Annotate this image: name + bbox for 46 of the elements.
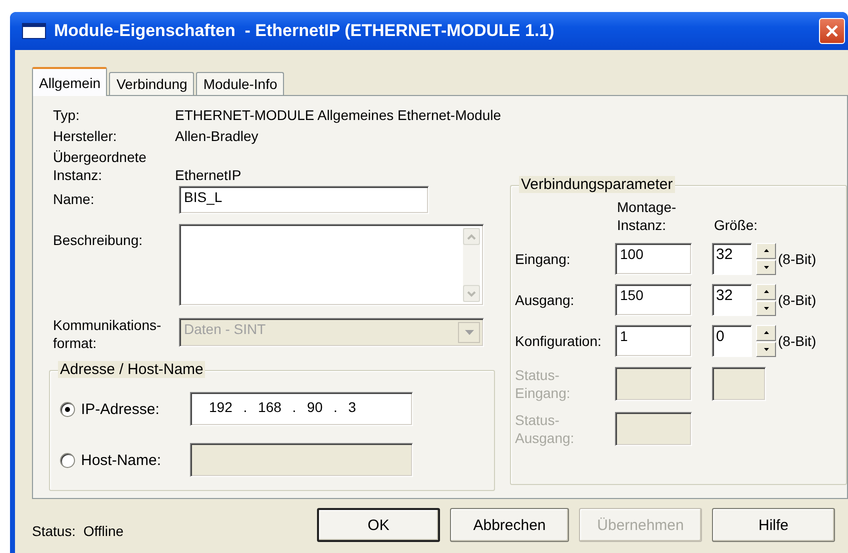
- window-title: Module-Eigenschaften - EthernetIP (ETHERNET-MODULE 1.1): [54, 21, 556, 41]
- size-field[interactable]: 0: [712, 325, 752, 357]
- close-button[interactable]: [819, 18, 845, 44]
- dialog-button[interactable]: Hilfe: [712, 508, 835, 542]
- field-label: Typ:: [53, 106, 80, 124]
- column-header: Montage-Instanz:: [616, 198, 678, 234]
- field-label: Name:: [53, 190, 96, 207]
- dialog-button[interactable]: Abbrechen: [450, 508, 569, 542]
- unit-label: (8-Bit): [778, 291, 818, 309]
- field-label: Beschreibung:: [53, 231, 144, 248]
- spin-arrows-icon[interactable]: [756, 325, 776, 357]
- status-text: Status: Offline: [32, 522, 125, 539]
- tab[interactable]: Module-Info: [196, 72, 284, 95]
- group-title: Adresse / Host-Name: [58, 361, 206, 378]
- radio-option[interactable]: IP-Adresse:: [60, 400, 190, 418]
- name-field[interactable]: BIS_L: [179, 186, 429, 214]
- field-label: Status-Ausgang:: [515, 411, 576, 447]
- field-label: Status-Eingang:: [515, 366, 572, 402]
- dialog-button[interactable]: OK: [317, 508, 440, 542]
- spin-arrows-icon[interactable]: [756, 284, 776, 316]
- instance-field[interactable]: 100: [615, 243, 692, 275]
- size-field[interactable]: 32: [712, 243, 752, 275]
- field-label: Übergeordnete Instanz:: [53, 148, 148, 184]
- instance-field[interactable]: 150: [615, 284, 692, 316]
- field-label: Eingang:: [515, 250, 572, 268]
- unit-label: (8-Bit): [778, 332, 818, 350]
- column-header: Größe:: [713, 216, 759, 234]
- group-title: Verbindungsparameter: [519, 176, 675, 193]
- field-value: ETHERNET-MODULE Allgemeines Ethernet-Module: [175, 106, 502, 124]
- field-label: Hersteller:: [53, 127, 118, 145]
- field-label: Ausgang:: [515, 291, 576, 309]
- field-value: EthernetIP: [175, 166, 242, 184]
- field-value: Allen-Bradley: [175, 127, 260, 145]
- field-label: Kommunikations-format:: [53, 316, 162, 352]
- window-icon: [22, 23, 46, 39]
- spin-arrows-icon[interactable]: [756, 243, 776, 275]
- size-field[interactable]: 32: [712, 284, 752, 316]
- description-field[interactable]: [179, 224, 484, 306]
- instance-field[interactable]: 1: [615, 325, 692, 357]
- tab[interactable]: Verbindung: [109, 72, 194, 95]
- radio-icon[interactable]: [60, 402, 75, 416]
- address-field[interactable]: 192 . 168 . 90 . 3: [190, 392, 413, 426]
- unit-label: (8-Bit): [778, 250, 818, 268]
- tab[interactable]: Allgemein: [32, 67, 108, 96]
- close-icon: [825, 24, 839, 38]
- field-label: Konfiguration:: [515, 332, 602, 350]
